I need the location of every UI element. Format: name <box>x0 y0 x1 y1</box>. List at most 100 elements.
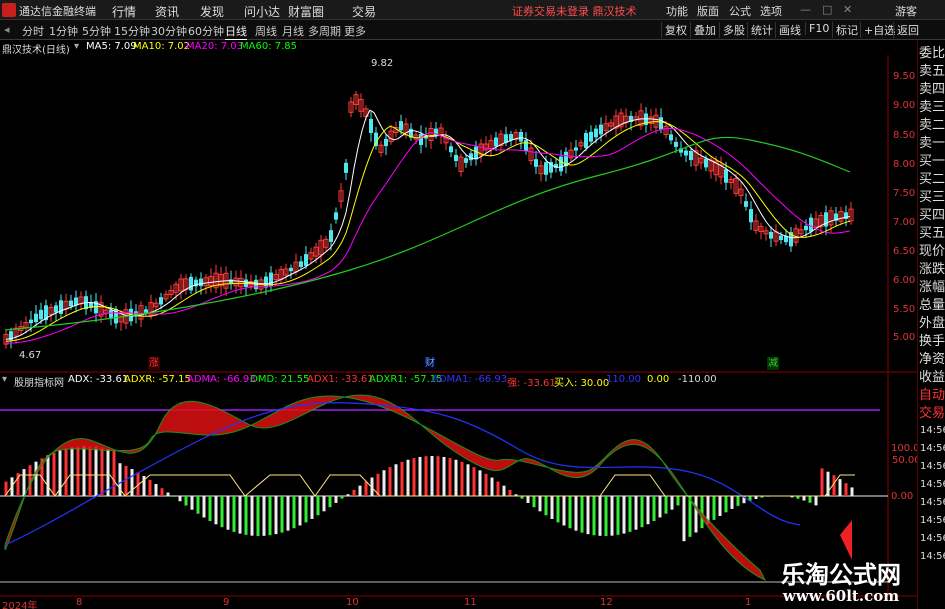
histogram-bar <box>478 470 482 496</box>
x-label: 12 <box>600 597 613 608</box>
histogram-bar <box>292 496 296 529</box>
event-marker-finance[interactable]: 财 <box>424 357 436 370</box>
candle-body <box>689 150 693 161</box>
event-marker-rise[interactable]: 涨 <box>148 357 160 370</box>
histogram-bar <box>64 448 68 496</box>
event-marker-reduce[interactable]: 减 <box>767 357 779 370</box>
side-outer[interactable]: 外盘 <box>919 315 945 333</box>
ma60-value: MA60: 7.85 <box>240 41 298 52</box>
candle-body <box>289 267 293 272</box>
histogram-bar <box>634 496 638 530</box>
histogram-bar <box>454 459 458 496</box>
side-sell3[interactable]: 卖三 <box>919 99 945 117</box>
histogram-bar <box>160 488 164 496</box>
sub-tick: 0.00 <box>891 491 914 502</box>
histogram-bar <box>616 496 620 535</box>
side-buy4[interactable]: 买四 <box>919 207 945 225</box>
histogram-bar <box>712 496 716 520</box>
side-change[interactable]: 涨跌 <box>919 261 945 279</box>
histogram-bar <box>730 496 734 509</box>
histogram-bar <box>208 496 212 522</box>
histogram-bar <box>352 489 356 496</box>
histogram-bar <box>394 464 398 496</box>
x-label: 1 <box>745 597 752 608</box>
side-volume[interactable]: 总量 <box>919 297 945 315</box>
histogram-bar <box>502 485 506 496</box>
candle-body <box>454 154 458 162</box>
price-tick: 7.00 <box>893 217 916 228</box>
candle-body <box>599 124 603 135</box>
histogram-bar <box>334 496 338 503</box>
histogram-bar <box>508 489 512 496</box>
kline-chart-canvas[interactable] <box>0 0 945 609</box>
histogram-bar <box>220 496 224 528</box>
candle-body <box>229 279 233 284</box>
side-trade[interactable]: 交易 <box>919 405 945 423</box>
histogram-bar <box>346 494 350 496</box>
candle-body <box>399 121 403 131</box>
candle-body <box>544 162 548 175</box>
stock-name[interactable]: 鼎汉技术(日线) <box>2 41 70 56</box>
side-net-assets[interactable]: 净资 <box>919 351 945 369</box>
histogram-bar <box>82 446 86 496</box>
histogram-bar <box>286 496 290 531</box>
histogram-bar <box>196 496 200 514</box>
histogram-bar <box>526 496 530 503</box>
ma20-value: MA20: 7.03 <box>186 41 244 52</box>
histogram-bar <box>694 496 698 533</box>
x-label: 2024年 <box>2 601 38 609</box>
side-weibi[interactable]: 委比 <box>919 45 945 63</box>
candle-body <box>769 231 773 239</box>
side-auto[interactable]: 自动 <box>919 387 945 405</box>
side-buy5[interactable]: 买五 <box>919 225 945 243</box>
candle-body <box>34 313 38 323</box>
candle-body <box>199 278 203 287</box>
candle-body <box>779 235 783 240</box>
sub-val-1: 110.00 <box>606 374 641 385</box>
histogram-bar <box>262 496 266 536</box>
histogram-bar <box>598 496 602 536</box>
price-tick: 5.50 <box>893 304 916 315</box>
tick-time: 14:56 <box>920 425 945 436</box>
candle-body <box>804 225 808 231</box>
side-sell1[interactable]: 卖一 <box>919 135 945 153</box>
histogram-bar <box>586 496 590 535</box>
adma1-value: ADMA1: -66.93 <box>432 374 508 385</box>
histogram-bar <box>22 469 26 496</box>
histogram-bar <box>736 496 740 506</box>
histogram-bar <box>112 450 116 496</box>
side-turnover[interactable]: 换手 <box>919 333 945 351</box>
side-sell2[interactable]: 卖二 <box>919 117 945 135</box>
histogram-bar <box>154 483 158 496</box>
histogram-bar <box>544 496 548 516</box>
histogram-bar <box>316 496 320 516</box>
histogram-bar <box>280 496 284 533</box>
histogram-bar <box>202 496 206 518</box>
watermark-url: www.60lt.com <box>782 587 900 605</box>
high-price-label: 9.82 <box>371 58 394 69</box>
histogram-bar <box>124 465 128 496</box>
histogram-bar <box>304 496 308 523</box>
side-buy2[interactable]: 买二 <box>919 171 945 189</box>
histogram-bar <box>130 468 134 496</box>
candle-body <box>329 230 333 242</box>
price-tick: 6.50 <box>893 246 916 257</box>
side-sell4[interactable]: 卖四 <box>919 81 945 99</box>
side-price[interactable]: 现价 <box>919 243 945 261</box>
sub-val-3: -110.00 <box>678 374 717 385</box>
candle-body <box>474 146 478 160</box>
sub-indicator-name[interactable]: 股朋指标网 <box>14 374 64 389</box>
side-buy3[interactable]: 买三 <box>919 189 945 207</box>
histogram-bar <box>88 446 92 496</box>
indicator-toggle-icon[interactable]: ▾ <box>74 41 79 52</box>
histogram-bar <box>814 496 818 506</box>
price-tick: 9.00 <box>893 100 916 111</box>
side-sell5[interactable]: 卖五 <box>919 63 945 81</box>
side-buy1[interactable]: 买一 <box>919 153 945 171</box>
histogram-bar <box>646 496 650 525</box>
side-earnings[interactable]: 收益 <box>919 369 945 387</box>
candle-body <box>419 133 423 146</box>
sub-indicator-toggle-icon[interactable]: ▾ <box>2 374 7 385</box>
side-change-pct[interactable]: 涨幅 <box>919 279 945 297</box>
histogram-bar <box>568 496 572 529</box>
